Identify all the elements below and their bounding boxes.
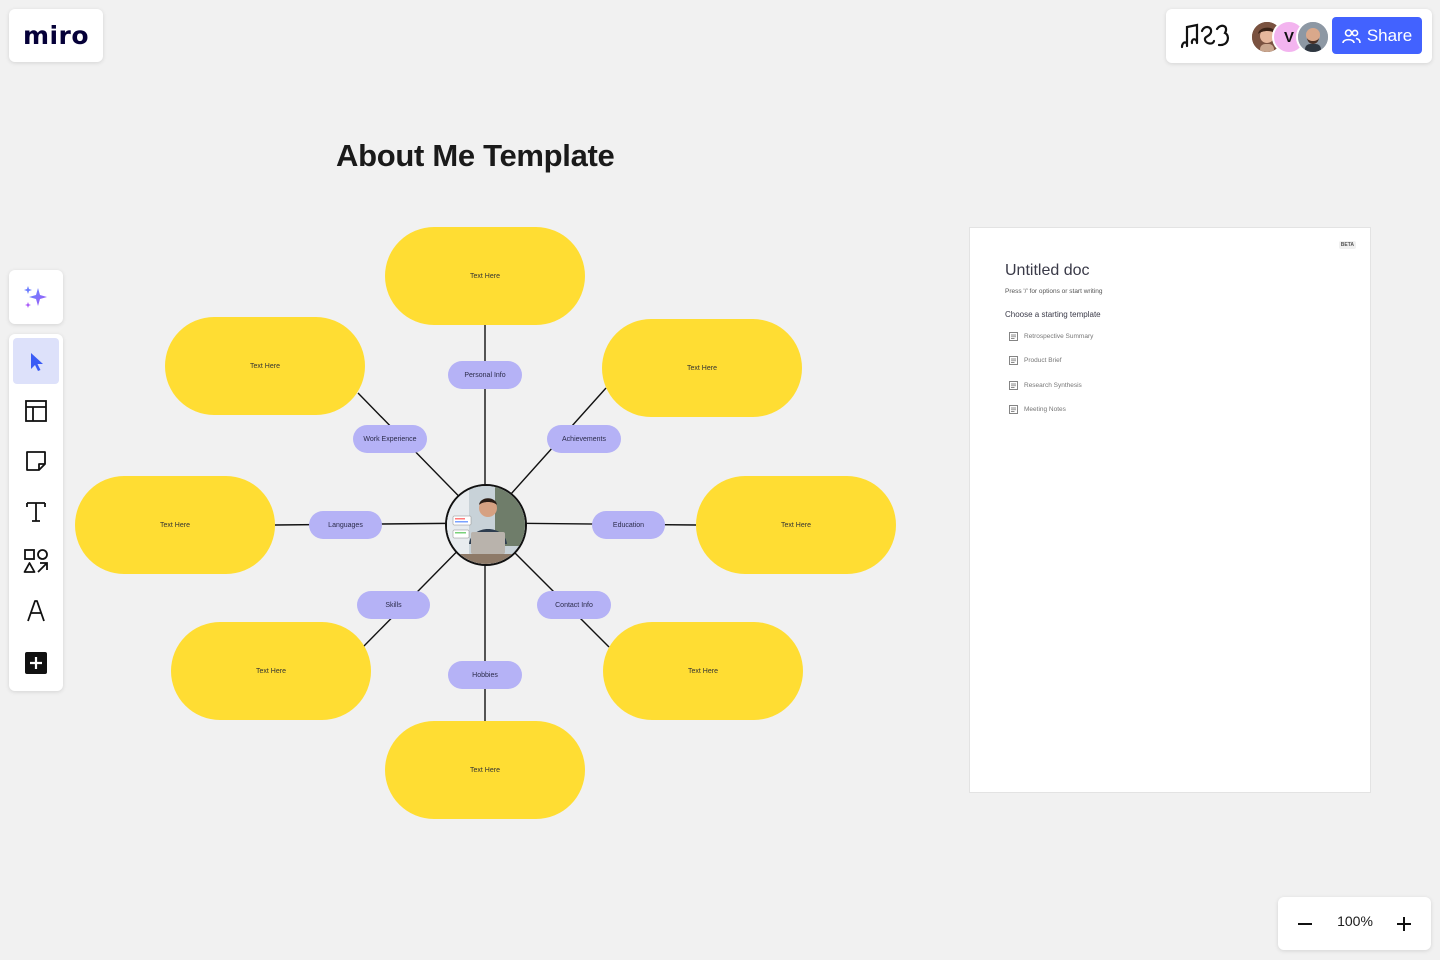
zoom-in-button[interactable] bbox=[1385, 905, 1423, 943]
mindmap-category[interactable]: Contact Info bbox=[537, 591, 611, 619]
mindmap-category[interactable]: Hobbies bbox=[448, 661, 522, 689]
mindmap-bubble[interactable]: Text Here bbox=[165, 317, 365, 415]
mindmap-category[interactable]: Personal Info bbox=[448, 361, 522, 389]
zoom-out-button[interactable] bbox=[1286, 905, 1324, 943]
doc-template-label: Meeting Notes bbox=[1024, 406, 1066, 413]
doc-template-label: Retrospective Summary bbox=[1024, 333, 1094, 340]
doc-template-item[interactable]: Product Brief bbox=[1009, 356, 1062, 365]
profile-photo[interactable] bbox=[445, 484, 527, 566]
doc-template-item[interactable]: Meeting Notes bbox=[1009, 405, 1066, 414]
doc-widget[interactable]: BETA Untitled doc Press '/' for options … bbox=[969, 227, 1371, 793]
doc-title[interactable]: Untitled doc bbox=[1005, 262, 1090, 280]
mindmap-category[interactable]: Education bbox=[592, 511, 665, 539]
document-icon bbox=[1009, 405, 1018, 414]
document-icon bbox=[1009, 332, 1018, 341]
document-icon bbox=[1009, 381, 1018, 390]
doc-template-label: Research Synthesis bbox=[1024, 382, 1082, 389]
doc-template-item[interactable]: Retrospective Summary bbox=[1009, 332, 1093, 341]
mindmap-bubble[interactable]: Text Here bbox=[603, 622, 803, 720]
mindmap-bubble[interactable]: Text Here bbox=[171, 622, 371, 720]
mindmap-category[interactable]: Languages bbox=[309, 511, 382, 539]
mindmap-bubble[interactable]: Text Here bbox=[696, 476, 896, 574]
minus-icon bbox=[1298, 923, 1312, 925]
doc-template-label: Product Brief bbox=[1024, 357, 1062, 364]
zoom-level[interactable]: 100% bbox=[1330, 913, 1380, 929]
document-icon bbox=[1009, 356, 1018, 365]
mindmap-bubble[interactable]: Text Here bbox=[75, 476, 275, 574]
zoom-controls: 100% bbox=[1278, 897, 1431, 950]
mindmap-bubble[interactable]: Text Here bbox=[385, 227, 585, 325]
plus-icon bbox=[1397, 917, 1411, 931]
mindmap-category[interactable]: Skills bbox=[357, 591, 430, 619]
beta-badge: BETA bbox=[1338, 241, 1356, 249]
doc-template-item[interactable]: Research Synthesis bbox=[1009, 381, 1082, 390]
doc-hint: Press '/' for options or start writing bbox=[1005, 288, 1103, 295]
doc-template-heading: Choose a starting template bbox=[1005, 310, 1101, 319]
mindmap-category[interactable]: Achievements bbox=[547, 425, 621, 453]
mindmap-category[interactable]: Work Experience bbox=[353, 425, 427, 453]
mindmap-bubble[interactable]: Text Here bbox=[385, 721, 585, 819]
mindmap-bubble[interactable]: Text Here bbox=[602, 319, 802, 417]
